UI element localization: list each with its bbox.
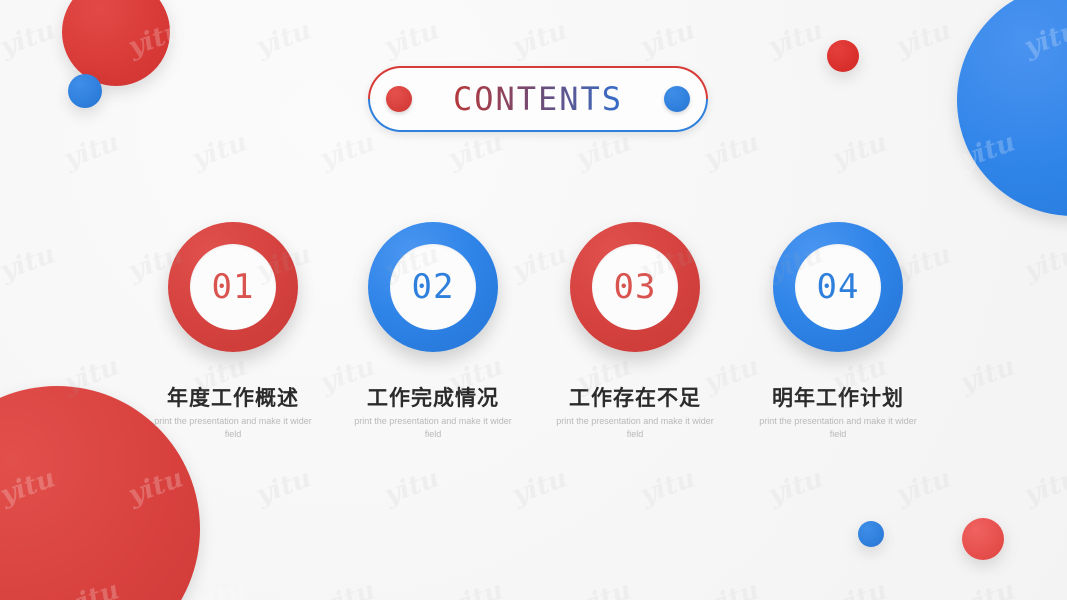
watermark-text: yitu [956, 351, 1020, 399]
watermark-text: yitu [252, 463, 316, 511]
watermark-text: yitu [444, 575, 508, 600]
content-item-04-ring-inner: 04 [795, 244, 881, 330]
watermark-text: yitu [700, 575, 764, 600]
watermark-text: yitu [380, 15, 444, 63]
content-item-03-subtitle: print the presentation and make it wider… [556, 416, 714, 440]
watermark-text: yitu [636, 463, 700, 511]
content-item-01-number: 01 [211, 267, 255, 307]
watermark-text: yitu [508, 15, 572, 63]
watermark-text: yitu [316, 127, 380, 175]
watermark-text: yitu [572, 127, 636, 175]
content-item-04[interactable]: 04 明年工作计划 print the presentation and mak… [738, 222, 938, 441]
content-item-01-subtitle: print the presentation and make it wider… [154, 416, 312, 440]
watermark-text: yitu [892, 463, 956, 511]
watermark-text: yitu [444, 127, 508, 175]
watermark-text: yitu [252, 15, 316, 63]
watermark-text: yitu [828, 575, 892, 600]
content-item-04-number: 04 [816, 267, 860, 307]
content-item-02-subtitle: print the presentation and make it wider… [354, 416, 512, 440]
decorative-circle-blue-bottom-right-small [858, 521, 884, 547]
content-item-04-ring[interactable]: 04 [773, 222, 903, 352]
watermark-text: yitu [316, 575, 380, 600]
content-item-03-heading: 工作存在不足 [569, 386, 701, 410]
page-title: CONTENTS [368, 83, 708, 115]
watermark-text: yitu [956, 575, 1020, 600]
watermark-text: yitu [572, 575, 636, 600]
watermark-text: yitu [0, 239, 60, 287]
content-item-02-number: 02 [411, 267, 455, 307]
watermark-text: yitu [188, 575, 252, 600]
watermark-text: yitu [60, 127, 124, 175]
watermark-text: yitu [1020, 463, 1067, 511]
watermark-text: yitu [508, 463, 572, 511]
decorative-circle-red-top-left [62, 0, 170, 86]
content-item-02-ring-inner: 02 [390, 244, 476, 330]
content-item-01[interactable]: 01 年度工作概述 print the presentation and mak… [133, 222, 333, 441]
watermark-text: yitu [828, 127, 892, 175]
watermark-text: yitu [380, 463, 444, 511]
content-item-01-ring-inner: 01 [190, 244, 276, 330]
decorative-circle-blue-right-large [957, 0, 1067, 216]
watermark-text: yitu [188, 127, 252, 175]
watermark-text: yitu [892, 15, 956, 63]
contents-banner: CONTENTS [368, 66, 708, 132]
watermark-text: yitu [1020, 239, 1067, 287]
content-item-01-ring[interactable]: 01 [168, 222, 298, 352]
content-item-03-number: 03 [613, 267, 657, 307]
watermark-text: yitu [700, 127, 764, 175]
decorative-circle-red-bottom-right-small [962, 518, 1004, 560]
watermark-text: yitu [764, 463, 828, 511]
content-item-02-ring[interactable]: 02 [368, 222, 498, 352]
content-item-04-heading: 明年工作计划 [772, 386, 904, 410]
content-item-04-subtitle: print the presentation and make it wider… [759, 416, 917, 440]
content-item-02[interactable]: 02 工作完成情况 print the presentation and mak… [333, 222, 533, 441]
content-item-03-ring-inner: 03 [592, 244, 678, 330]
watermark-text: yitu [764, 15, 828, 63]
decorative-circle-blue-top-left-small [68, 74, 102, 108]
content-item-02-heading: 工作完成情况 [367, 386, 499, 410]
presentation-slide: CONTENTS 01 年度工作概述 print the presentatio… [0, 0, 1067, 600]
content-item-03-ring[interactable]: 03 [570, 222, 700, 352]
content-item-03[interactable]: 03 工作存在不足 print the presentation and mak… [535, 222, 735, 441]
watermark-text: yitu [0, 15, 60, 63]
decorative-circle-red-top-right-small [827, 40, 859, 72]
content-item-01-heading: 年度工作概述 [167, 386, 299, 410]
watermark-text: yitu [636, 15, 700, 63]
